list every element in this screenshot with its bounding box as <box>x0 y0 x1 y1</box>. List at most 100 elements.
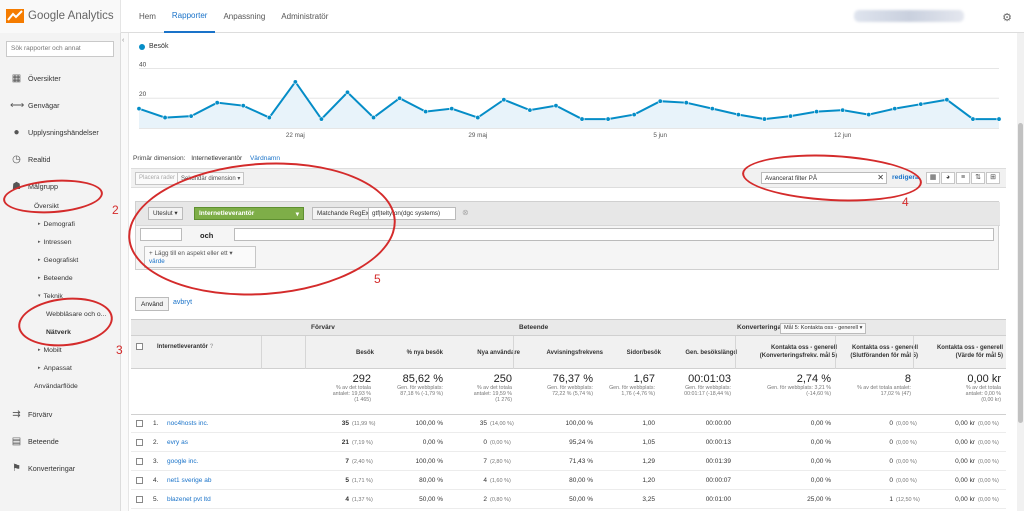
cell-cr: 0,00 % <box>810 458 831 465</box>
gear-icon[interactable]: ⚙ <box>1002 11 1012 24</box>
data-point <box>631 112 637 118</box>
cell-dur: 00:00:00 <box>705 420 731 427</box>
isp-link[interactable]: google inc. <box>167 458 198 465</box>
col-header-1[interactable]: % nya besök <box>383 349 443 357</box>
search-input[interactable]: Sök rapporter och annat <box>6 41 114 57</box>
top-bar: Google Analytics Hem Rapporter Anpassning A… <box>0 0 1024 33</box>
plot-rows-button[interactable]: Placera rader <box>135 172 180 185</box>
data-point <box>501 97 507 103</box>
ga-logo[interactable]: Google Analytics <box>0 0 121 33</box>
select-all-checkbox[interactable] <box>136 343 143 350</box>
x-tick-label: 22 maj <box>286 132 305 139</box>
sidebar-sub-beteende[interactable]: ▸ Beteende <box>0 269 120 287</box>
cell-nup: (1,60 %) <box>490 478 511 484</box>
sidebar-sub-label: Anpassat <box>43 364 72 372</box>
table-row[interactable]: 2. evry as 21 (7,19 %) 0,00 % 0 (0,00 %) 95,24 … <box>131 434 1006 452</box>
cell-nup: (14,00 %) <box>490 421 514 427</box>
isp-link[interactable]: blazenet pvt ltd <box>167 496 211 503</box>
pie-view-icon[interactable]: ◕ <box>941 172 955 184</box>
row-number: 3. <box>153 458 159 465</box>
col-header-0[interactable]: Besök <box>324 349 374 357</box>
row-checkbox[interactable] <box>136 496 143 503</box>
app-title: Google Analytics <box>28 10 114 22</box>
col-header-isp[interactable]: Internetleverantör ? <box>157 343 213 351</box>
total-value: 292 <box>352 373 371 385</box>
sidebar-item-forvarv[interactable]: ⇉ Förvärv <box>0 403 120 425</box>
col-header-8[interactable]: Kontakta oss - generell (Värde för mål 5… <box>921 344 1003 360</box>
row-checkbox[interactable] <box>136 420 143 427</box>
primary-dimension-selected[interactable]: Internetleverantör <box>191 155 242 162</box>
data-point <box>162 115 168 121</box>
sidebar-item-oversikter[interactable]: ▦ Översikter <box>0 67 120 89</box>
sidebar-collapse-handle[interactable]: ‹ <box>121 33 129 511</box>
cell-visits: 7 <box>345 458 349 465</box>
y-tick-label: 40 <box>139 61 147 68</box>
cell-cr: 25,00 % <box>807 496 831 503</box>
isp-link[interactable]: net1 sverige ab <box>167 477 211 484</box>
row-number: 2. <box>153 439 159 446</box>
cell-dur: 00:01:39 <box>705 458 731 465</box>
cell-cp: (0,00 %) <box>896 478 917 484</box>
row-checkbox[interactable] <box>136 439 143 446</box>
cell-val: 0,00 kr <box>955 477 975 484</box>
tab-rapporter[interactable]: Rapporter <box>163 0 216 33</box>
goal-select[interactable]: Mål 5: Kontakta oss - generell ▾ <box>780 323 867 334</box>
cell-comp: 0 <box>889 477 893 484</box>
sidebar-sub-geografiskt[interactable]: ▸ Geografiskt <box>0 251 120 269</box>
cell-cr: 0,00 % <box>810 439 831 446</box>
sidebar-sub-anvandarflode[interactable]: Användarflöde <box>0 377 120 395</box>
data-point <box>240 103 246 109</box>
data-point <box>918 101 924 107</box>
account-name[interactable] <box>854 10 964 22</box>
sidebar-sub-anpassat[interactable]: ▸ Anpassat <box>0 359 120 377</box>
scrollbar-thumb[interactable] <box>1018 123 1023 423</box>
bar-view-icon[interactable]: ≡ <box>956 172 970 184</box>
sidebar-item-konverteringar[interactable]: ⚑ Konverteringar <box>0 457 120 479</box>
data-point <box>866 112 872 118</box>
cell-vp: (11,99 %) <box>352 421 376 427</box>
col-header-4[interactable]: Sidor/besök <box>606 349 661 357</box>
table-row[interactable]: 4. net1 sverige ab 5 (1,71 %) 80,00 % 4 (1,60 … <box>131 472 1006 490</box>
sidebar-sub-intressen[interactable]: ▸ Intressen <box>0 233 120 251</box>
total-value: 85,62 % <box>402 373 443 385</box>
table-view-icon[interactable]: ▦ <box>926 172 940 184</box>
isp-link[interactable]: evry as <box>167 439 188 446</box>
data-point <box>892 106 898 112</box>
col-header-5[interactable]: Gen. besökslängd <box>665 349 737 357</box>
table-row[interactable]: 5. blazenet pvt ltd 4 (1,37 %) 50,00 % 2 (0,80… <box>131 491 1006 509</box>
scrollbar[interactable] <box>1017 33 1024 511</box>
row-checkbox[interactable] <box>136 477 143 484</box>
col-header-2[interactable]: Nya användare <box>450 349 520 357</box>
pivot-view-icon[interactable]: ⊞ <box>986 172 1000 184</box>
data-point <box>266 115 272 121</box>
cell-valp: (0,00 %) <box>978 459 999 465</box>
column-divider <box>261 336 262 369</box>
sidebar-item-upplysningar[interactable]: ● Upplysningshändelser <box>0 121 120 143</box>
sidebar-item-label: Genvägar <box>28 100 60 110</box>
sidebar-sub-label: Mobilt <box>43 346 62 354</box>
x-tick-label: 5 jun <box>653 132 667 139</box>
table-column-header: Internetleverantör ? Besök % nya besök Nya… <box>131 336 1006 369</box>
total-value: 0,00 kr <box>967 373 1001 385</box>
cancel-link[interactable]: avbryt <box>173 299 192 306</box>
col-header-3[interactable]: Avvisningsfrekvens <box>523 349 603 357</box>
col-header-7[interactable]: Kontakta oss - generell (Slutföranden fö… <box>842 344 918 360</box>
total-subtext: (1 465) <box>354 397 371 403</box>
sidebar-item-realtid[interactable]: ◷ Realtid <box>0 148 120 170</box>
tab-anpassning[interactable]: Anpassning <box>215 0 273 33</box>
table-row[interactable]: 1. noc4hosts inc. 35 (11,99 %) 100,00 % 35 (14… <box>131 415 1006 433</box>
sidebar-item-beteende[interactable]: ▤ Beteende <box>0 430 120 452</box>
row-checkbox[interactable] <box>136 458 143 465</box>
isp-link[interactable]: noc4hosts inc. <box>167 420 209 427</box>
apply-button[interactable]: Använd <box>135 297 170 311</box>
tab-administratör[interactable]: Administratör <box>273 0 336 33</box>
compare-view-icon[interactable]: ⇅ <box>971 172 985 184</box>
primary-dimension-vardnamn[interactable]: Värdnamn <box>250 155 280 162</box>
tab-hem[interactable]: Hem <box>131 0 164 33</box>
sidebar-item-genvagar[interactable]: ⟷ Genvägar <box>0 94 120 116</box>
sidebar-sub-demografi[interactable]: ▸ Demografi <box>0 215 120 233</box>
table-row[interactable]: 3. google inc. 7 (2,40 %) 100,00 % 7 (2,80 %) 7… <box>131 453 1006 471</box>
total-cell: 2,74 % Gen. för webbplats: 3,21 % (-14,60 … <box>751 373 831 397</box>
remove-condition-icon[interactable]: ⊗ <box>462 208 469 217</box>
col-header-6[interactable]: Kontakta oss - generell (Konverteringsfr… <box>742 344 837 360</box>
